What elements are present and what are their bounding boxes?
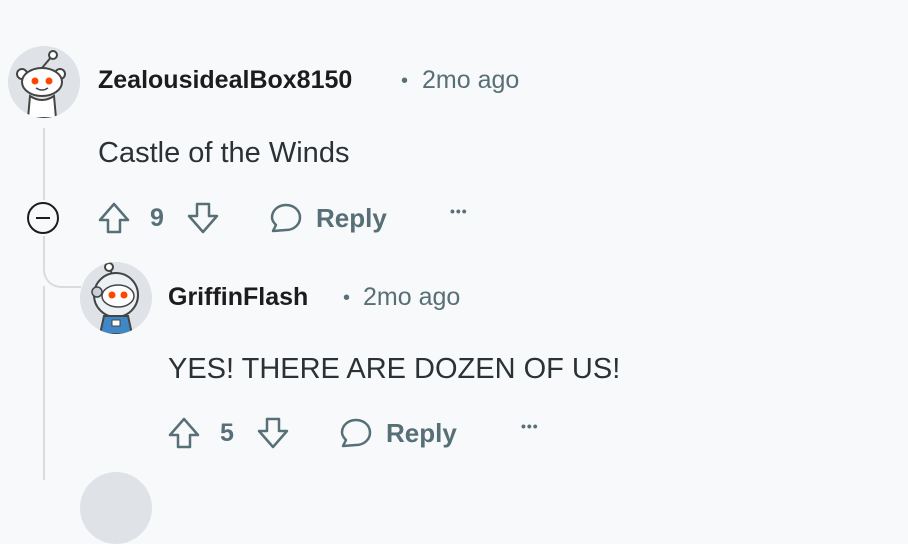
avatar[interactable] <box>80 472 152 544</box>
reply-button[interactable]: Reply <box>338 415 457 451</box>
meta-separator: • <box>343 287 351 309</box>
vote-count: 5 <box>220 419 234 447</box>
reply-label: Reply <box>316 202 387 233</box>
snoo-avatar-icon <box>8 46 80 118</box>
upvote-arrow-icon <box>98 202 130 234</box>
downvote-arrow-icon <box>187 202 219 234</box>
avatar[interactable] <box>8 46 80 118</box>
comment-body: YES! THERE ARE DOZEN OF US! <box>168 353 621 385</box>
comment-timestamp[interactable]: 2mo ago <box>422 66 519 95</box>
comment-timestamp[interactable]: 2mo ago <box>363 283 460 312</box>
downvote-button[interactable] <box>255 415 291 451</box>
thread-elbow <box>43 236 81 288</box>
thread-line-top <box>43 128 45 200</box>
upvote-button[interactable] <box>96 200 132 236</box>
comment-bubble-icon <box>340 418 372 448</box>
snoo-astronaut-avatar-icon <box>80 262 152 334</box>
meta-separator: • <box>401 70 409 92</box>
avatar[interactable] <box>80 262 152 334</box>
reply-button[interactable]: Reply <box>268 200 387 236</box>
upvote-button[interactable] <box>166 415 202 451</box>
collapse-thread-button[interactable] <box>27 202 59 234</box>
reply-label: Reply <box>386 417 457 448</box>
comment-author[interactable]: GriffinFlash <box>168 283 308 312</box>
comment-bubble-icon <box>270 203 302 233</box>
comment-body: Castle of the Winds <box>98 137 350 169</box>
more-options-button[interactable]: ••• <box>521 418 539 434</box>
more-options-button[interactable]: ••• <box>450 203 468 219</box>
downvote-button[interactable] <box>185 200 221 236</box>
thread-line-bottom <box>43 286 45 480</box>
vote-count-wrap: 5 <box>220 419 234 448</box>
comment-author[interactable]: ZealousidealBox8150 <box>98 66 352 95</box>
vote-count: 9 <box>150 204 164 232</box>
downvote-arrow-icon <box>257 417 289 449</box>
upvote-arrow-icon <box>168 417 200 449</box>
vote-count-wrap: 9 <box>150 204 164 233</box>
